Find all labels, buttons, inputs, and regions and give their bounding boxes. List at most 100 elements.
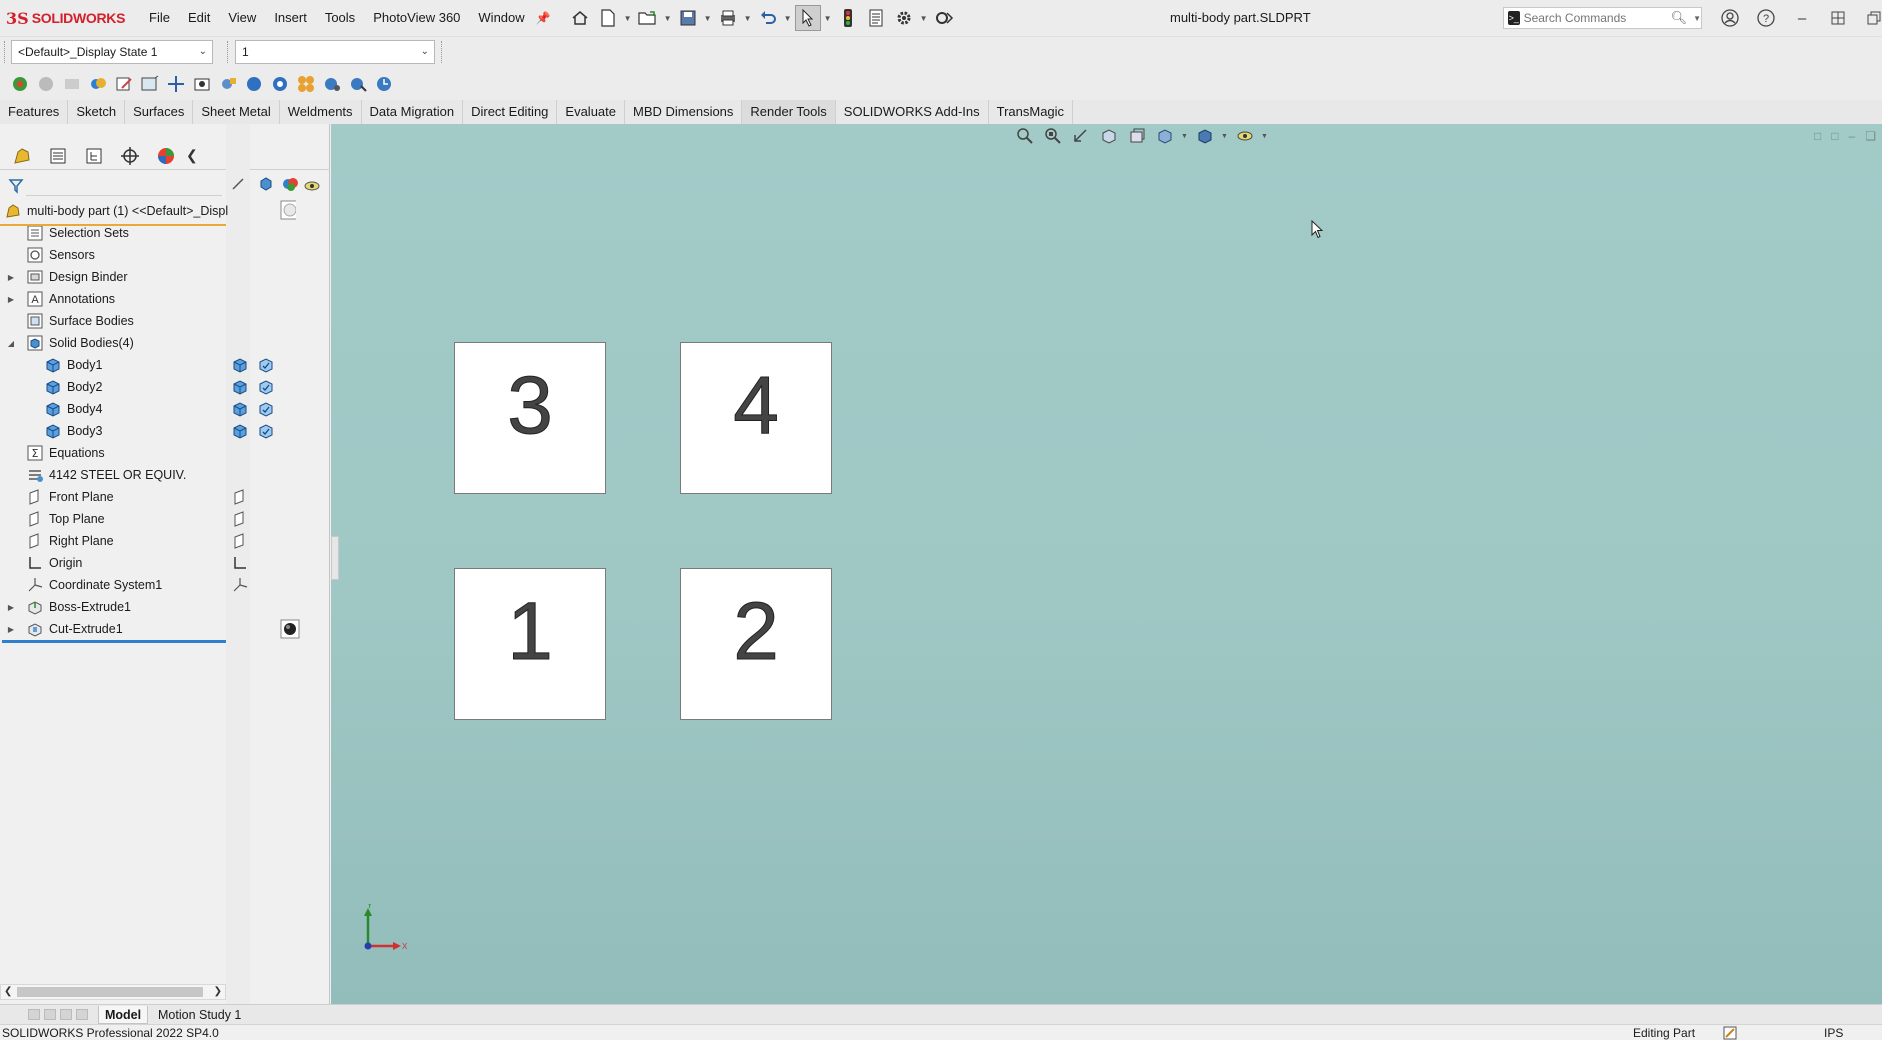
tree-item[interactable]: Body1 — [0, 354, 330, 376]
pin-icon[interactable]: 📌 — [536, 11, 551, 25]
expand-arrow-icon[interactable]: ▶ — [6, 625, 16, 634]
save-icon[interactable] — [675, 5, 701, 31]
tree-item[interactable]: ▶ Boss-Extrude1 — [0, 596, 330, 618]
tab-transmagic[interactable]: TransMagic — [988, 100, 1074, 124]
zoom-to-area-icon[interactable] — [1041, 125, 1065, 147]
first-tab-arrow-icon[interactable] — [28, 1009, 40, 1020]
view-orientation-icon[interactable] — [1153, 125, 1177, 147]
rollback-bar[interactable] — [2, 640, 226, 643]
prev-tab-arrow-icon[interactable] — [44, 1009, 56, 1020]
filter-icon[interactable] — [8, 178, 24, 194]
tree-item[interactable]: Sensors — [0, 244, 330, 266]
view-orientation-dropdown-icon[interactable]: ▼ — [1181, 133, 1189, 140]
expand-arrow-icon[interactable]: ▶ — [6, 295, 16, 304]
display-style-dropdown-icon[interactable]: ▼ — [1221, 133, 1229, 140]
menu-edit[interactable]: Edit — [179, 0, 219, 36]
dynamic-annotation-icon[interactable] — [1125, 125, 1149, 147]
hide-show-items-icon[interactable] — [1233, 125, 1257, 147]
toolbar-grip[interactable] — [227, 41, 230, 63]
customize-icon[interactable] — [931, 5, 957, 31]
tab-mbd-dimensions[interactable]: MBD Dimensions — [625, 100, 743, 124]
viewport-minimize-icon[interactable]: – — [1849, 129, 1856, 143]
tree-item[interactable]: Surface Bodies — [0, 310, 330, 332]
tree-item[interactable]: Body2 — [0, 376, 330, 398]
solidworks-logo[interactable]: 3S SOLIDWORKS — [0, 0, 140, 36]
undo-dropdown-icon[interactable]: ▼ — [783, 14, 793, 23]
tab-weldments[interactable]: Weldments — [279, 100, 362, 124]
help-icon[interactable]: ? — [1748, 0, 1784, 36]
menu-file[interactable]: File — [140, 0, 179, 36]
integrated-preview-icon[interactable] — [242, 72, 266, 96]
tree-horizontal-scrollbar[interactable]: ❮ ❯ — [0, 984, 226, 1000]
collapse-arrow-icon[interactable]: ◢ — [6, 339, 16, 348]
tab-solidworks-add-ins[interactable]: SOLIDWORKS Add-Ins — [835, 100, 989, 124]
menu-insert[interactable]: Insert — [265, 0, 316, 36]
solid-body-1[interactable]: 1 — [454, 568, 606, 720]
print-dropdown-icon[interactable]: ▼ — [743, 14, 753, 23]
unit-system[interactable]: IPS — [1824, 1025, 1843, 1040]
new-dropdown-icon[interactable]: ▼ — [623, 14, 633, 23]
hide-show-icon[interactable] — [230, 176, 246, 192]
transparency-icon[interactable] — [304, 178, 320, 194]
collapse-panel-icon[interactable]: ❮ — [186, 147, 198, 164]
menu-window[interactable]: Window — [469, 0, 533, 36]
hide-show-plane-icon[interactable] — [232, 489, 248, 505]
undo-icon[interactable] — [755, 5, 781, 31]
tab-motion-study[interactable]: Motion Study 1 — [152, 1006, 247, 1024]
tab-surfaces[interactable]: Surfaces — [125, 100, 194, 124]
menu-photoview[interactable]: PhotoView 360 — [364, 0, 469, 36]
scroll-left-icon[interactable]: ❮ — [4, 985, 12, 999]
display-mode-icon[interactable] — [258, 176, 274, 192]
tree-item[interactable]: ▶ Design Binder — [0, 266, 330, 288]
move-icon[interactable] — [164, 72, 188, 96]
rebuild-icon[interactable] — [835, 5, 861, 31]
lights-icon[interactable] — [320, 72, 344, 96]
scene-icon[interactable] — [138, 72, 162, 96]
tree-item[interactable]: Body4 — [0, 398, 330, 420]
tab-data-migration[interactable]: Data Migration — [361, 100, 464, 124]
decals-icon[interactable] — [294, 72, 318, 96]
viewport-next-icon[interactable]: □ — [1831, 129, 1838, 143]
tree-item[interactable]: ▶ A Annotations — [0, 288, 330, 310]
file-properties-icon[interactable] — [863, 5, 889, 31]
toolbar-grip[interactable] — [441, 41, 444, 63]
appearance-icon[interactable] — [86, 72, 110, 96]
schedule-render-icon[interactable] — [372, 72, 396, 96]
tree-item[interactable]: Right Plane — [0, 530, 330, 552]
options-dropdown-icon[interactable]: ▼ — [919, 14, 929, 23]
tree-item[interactable]: Origin — [0, 552, 330, 574]
body-display-icon[interactable] — [232, 379, 248, 395]
tab-evaluate[interactable]: Evaluate — [557, 100, 625, 124]
maximize-icon[interactable] — [1856, 0, 1882, 36]
tab-model[interactable]: Model — [98, 1006, 149, 1024]
tree-item[interactable]: Coordinate System1 — [0, 574, 330, 596]
display-manager-tab-icon[interactable] — [154, 144, 178, 168]
hide-show-dropdown-icon[interactable]: ▼ — [1261, 133, 1269, 140]
solid-body-2[interactable]: 2 — [680, 568, 832, 720]
dimxpert-tab-icon[interactable] — [118, 144, 142, 168]
select-dropdown-icon[interactable]: ▼ — [823, 14, 833, 23]
next-tab-arrow-icon[interactable] — [60, 1009, 72, 1020]
new-document-icon[interactable] — [595, 5, 621, 31]
body-appearance-icon[interactable] — [258, 423, 274, 439]
viewport-restore-icon[interactable]: ❏ — [1865, 129, 1876, 143]
body-appearance-icon[interactable] — [258, 401, 274, 417]
tree-item[interactable]: Top Plane — [0, 508, 330, 530]
section-view-icon[interactable] — [1097, 125, 1121, 147]
camera-icon[interactable] — [190, 72, 214, 96]
feature-appearance-icon[interactable] — [280, 619, 300, 639]
feature-manager-tab-icon[interactable] — [10, 144, 34, 168]
expand-arrow-icon[interactable]: ▶ — [6, 273, 16, 282]
edit-appearance-icon[interactable] — [112, 72, 136, 96]
configuration-manager-tab-icon[interactable] — [82, 144, 106, 168]
body-appearance-icon[interactable] — [258, 379, 274, 395]
scroll-thumb[interactable] — [17, 987, 203, 997]
toolbar-grip[interactable] — [4, 41, 7, 63]
hide-show-origin-icon[interactable] — [232, 555, 248, 571]
print-icon[interactable] — [715, 5, 741, 31]
search-commands-input[interactable] — [1523, 11, 1669, 25]
tree-item[interactable]: Σ Equations — [0, 442, 330, 464]
search-dropdown-icon[interactable]: ▼ — [1693, 14, 1701, 23]
options-gear-icon[interactable] — [891, 5, 917, 31]
preview-window-icon[interactable] — [216, 72, 240, 96]
